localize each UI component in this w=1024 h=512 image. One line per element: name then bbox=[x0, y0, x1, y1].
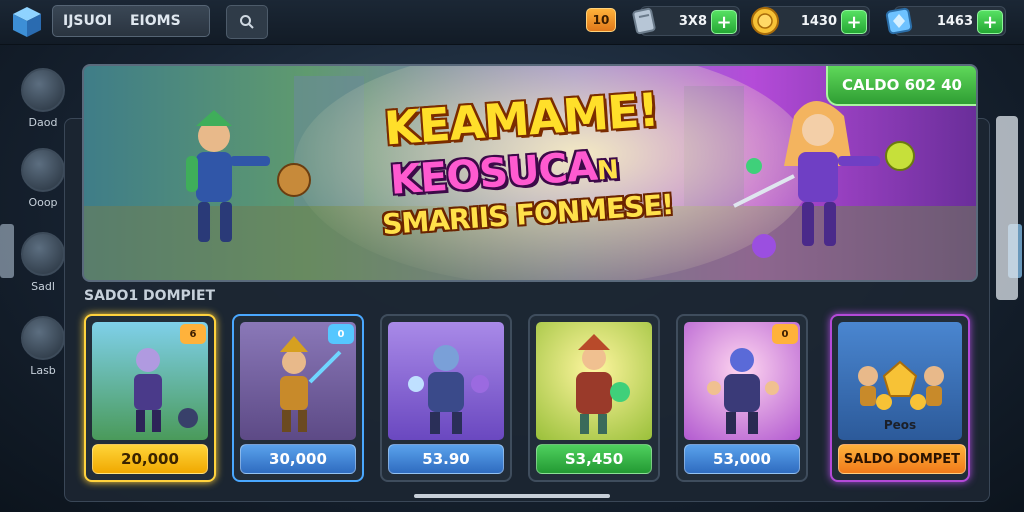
player-name-box[interactable]: IJSUOI EIOMS bbox=[52, 5, 210, 37]
chest-icon bbox=[21, 316, 65, 360]
player-name-part-1: IJSUOI bbox=[63, 13, 112, 29]
bundle-label: Peos bbox=[883, 418, 917, 432]
player-name-part-2: EIOMS bbox=[129, 13, 181, 29]
card-art: Peos bbox=[838, 322, 962, 440]
sidebar-item-label: Daod bbox=[28, 116, 58, 129]
scroll-left-arrow[interactable] bbox=[0, 224, 14, 278]
add-cards-button[interactable]: + bbox=[711, 10, 737, 34]
right-panel-edge bbox=[996, 116, 1018, 300]
card-icon bbox=[632, 7, 656, 35]
section-label: SADO1 DOMPIET bbox=[84, 288, 216, 304]
card-art bbox=[388, 322, 504, 440]
card-tag-badge: 6 bbox=[180, 324, 206, 344]
card-tag-badge: 0 bbox=[772, 324, 798, 344]
cat-icon bbox=[21, 148, 65, 192]
banner-title-line-2-suffix: N bbox=[596, 155, 619, 187]
search-button[interactable] bbox=[226, 5, 268, 39]
saldo-dompet-button[interactable]: SALDO DOMPET bbox=[838, 444, 966, 474]
add-coins-button[interactable]: + bbox=[841, 10, 867, 34]
elf-figure-icon bbox=[576, 334, 630, 434]
add-gems-button[interactable]: + bbox=[977, 10, 1003, 34]
warrior-icon bbox=[21, 232, 65, 276]
card-price-button[interactable]: 30,000 bbox=[240, 444, 356, 474]
coins-value: 1430 bbox=[800, 14, 837, 29]
card-tag-badge: 0 bbox=[328, 324, 354, 344]
shop-card-3[interactable]: 53.90 bbox=[380, 314, 512, 482]
hero-icon bbox=[21, 68, 65, 112]
shop-card-6[interactable]: Peos SALDO DOMPET bbox=[830, 314, 970, 482]
sidebar-item-label: Sadl bbox=[31, 280, 55, 293]
currency-gems: 1463 + bbox=[885, 6, 1006, 36]
event-banner[interactable]: KEAMAME! KEOSUCAN SMARIIS FONMESE! CALDO… bbox=[82, 64, 978, 282]
card-art bbox=[536, 322, 652, 440]
level-badge: 10 bbox=[586, 8, 616, 32]
gem-icon bbox=[885, 7, 913, 35]
horizontal-scrollbar[interactable] bbox=[414, 494, 610, 498]
currency-coins: 1430 + bbox=[751, 6, 870, 36]
shop-card-5[interactable]: 0 53,000 bbox=[676, 314, 808, 482]
mage-figure-icon bbox=[408, 345, 489, 434]
currency-cards: 3X8 + bbox=[632, 6, 740, 36]
card-price-button[interactable]: S3,450 bbox=[536, 444, 652, 474]
shop-card-2[interactable]: 0 30,000 bbox=[232, 314, 364, 482]
shop-card-4[interactable]: S3,450 bbox=[528, 314, 660, 482]
card-price-button[interactable]: 53,000 bbox=[684, 444, 800, 474]
cards-value: 3X8 bbox=[678, 14, 707, 29]
gems-value: 1463 bbox=[936, 14, 973, 29]
search-icon bbox=[240, 15, 254, 29]
coin-icon bbox=[751, 7, 779, 35]
banner-balance-badge[interactable]: CALDO 602 40 bbox=[825, 66, 976, 106]
sidebar-item-label: Lasb bbox=[30, 364, 56, 377]
shop-card-1[interactable]: 6 20,000 bbox=[84, 314, 216, 482]
cube-logo-icon[interactable] bbox=[10, 5, 44, 39]
card-price-button[interactable]: 20,000 bbox=[92, 444, 208, 474]
card-price-button[interactable]: 53.90 bbox=[388, 444, 504, 474]
top-bar: IJSUOI EIOMS 10 3X8 + 1430 + 1463 + bbox=[0, 0, 1024, 45]
sidebar-item-1[interactable]: Daod bbox=[14, 68, 72, 129]
sidebar-item-label: Ooop bbox=[28, 196, 58, 209]
